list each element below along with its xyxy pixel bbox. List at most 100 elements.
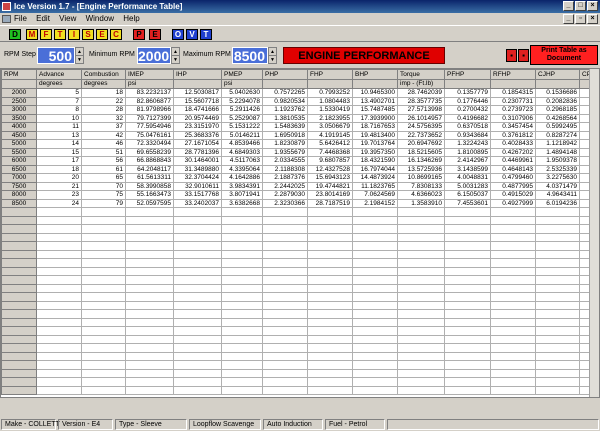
table-cell[interactable] [262, 207, 308, 217]
table-cell[interactable] [262, 266, 308, 276]
table-cell[interactable] [397, 215, 445, 225]
row-header[interactable]: 6500 [1, 164, 37, 174]
table-cell[interactable] [36, 249, 82, 259]
table-cell[interactable] [36, 258, 82, 268]
table-cell[interactable]: 10.8699165 [397, 173, 445, 183]
table-cell[interactable] [490, 224, 536, 234]
row-header[interactable]: 4500 [1, 130, 37, 140]
table-cell[interactable]: 3.0506679 [307, 122, 353, 132]
row-header[interactable] [1, 292, 37, 302]
min-rpm-spinner[interactable]: ▲ ▼ [171, 47, 180, 64]
row-header[interactable]: 7000 [1, 173, 37, 183]
table-cell[interactable]: 7.4468368 [307, 147, 353, 157]
table-cell[interactable] [81, 258, 126, 268]
table-cell[interactable]: 7.0624569 [352, 190, 398, 200]
table-cell[interactable]: 3.8071941 [221, 190, 263, 200]
table-cell[interactable] [221, 292, 263, 302]
table-cell[interactable]: 18.4741666 [173, 105, 222, 115]
table-cell[interactable] [81, 232, 126, 242]
table-cell[interactable] [125, 249, 174, 259]
table-cell[interactable]: 4.3395064 [221, 164, 263, 174]
table-cell[interactable]: 5.2911426 [221, 105, 263, 115]
table-cell[interactable]: 0.9343684 [444, 130, 491, 140]
table-cell[interactable]: 2.1887376 [262, 173, 308, 183]
table-cell[interactable] [262, 275, 308, 285]
table-cell[interactable]: 75.0476161 [125, 130, 174, 140]
table-cell[interactable]: 1.8100895 [444, 147, 491, 157]
table-cell[interactable] [490, 283, 536, 293]
table-cell[interactable] [397, 241, 445, 251]
table-cell[interactable]: 2.0334555 [262, 156, 308, 166]
menu-edit[interactable]: Edit [36, 14, 50, 23]
table-cell[interactable] [125, 351, 174, 361]
table-cell[interactable]: 61 [81, 164, 126, 174]
table-cell[interactable] [397, 232, 445, 242]
table-cell[interactable] [81, 368, 126, 378]
table-cell[interactable]: 1.1923762 [262, 105, 308, 115]
table-cell[interactable] [125, 258, 174, 268]
table-cell[interactable] [490, 326, 536, 336]
table-cell[interactable] [307, 334, 353, 344]
table-cell[interactable] [173, 215, 222, 225]
row-header[interactable] [1, 266, 37, 276]
row-header[interactable] [1, 377, 37, 387]
table-cell[interactable]: 5.1531222 [221, 122, 263, 132]
table-cell[interactable]: 21 [36, 181, 82, 191]
table-cell[interactable] [352, 360, 398, 370]
table-cell[interactable]: 5.2294078 [221, 96, 263, 106]
menu-file[interactable]: File [14, 14, 27, 23]
table-cell[interactable]: 22 [81, 96, 126, 106]
table-cell[interactable]: 0.8287274 [535, 130, 580, 140]
table-cell[interactable] [307, 266, 353, 276]
row-header[interactable] [1, 241, 37, 251]
table-cell[interactable]: 17.3939900 [352, 113, 398, 123]
table-cell[interactable] [36, 317, 82, 327]
max-rpm-input[interactable]: 8500 [232, 47, 268, 64]
table-cell[interactable]: 14 [36, 139, 82, 149]
row-header[interactable] [1, 215, 37, 225]
table-cell[interactable] [221, 232, 263, 242]
table-cell[interactable] [81, 377, 126, 387]
table-cell[interactable] [307, 309, 353, 319]
table-cell[interactable] [397, 224, 445, 234]
table-cell[interactable] [81, 334, 126, 344]
table-cell[interactable] [397, 292, 445, 302]
table-cell[interactable] [81, 283, 126, 293]
column-header[interactable]: CJHP [535, 69, 580, 80]
table-cell[interactable]: 83.2232137 [125, 88, 174, 98]
column-header[interactable]: IMEP [125, 69, 174, 80]
table-cell[interactable]: 4.8539466 [221, 139, 263, 149]
table-cell[interactable] [535, 283, 580, 293]
table-cell[interactable]: 1.3810535 [262, 113, 308, 123]
table-cell[interactable] [490, 292, 536, 302]
table-cell[interactable] [490, 385, 536, 395]
table-cell[interactable] [535, 334, 580, 344]
table-cell[interactable] [535, 258, 580, 268]
column-header[interactable]: PFHP [444, 69, 491, 80]
table-cell[interactable]: 4.0048831 [444, 173, 491, 183]
table-cell[interactable]: 4.1919145 [307, 130, 353, 140]
document-icon[interactable] [2, 15, 11, 23]
table-cell[interactable] [81, 317, 126, 327]
table-cell[interactable]: 61.5613311 [125, 173, 174, 183]
table-cell[interactable]: 4.1642886 [221, 173, 263, 183]
table-cell[interactable] [125, 224, 174, 234]
table-cell[interactable] [535, 377, 580, 387]
table-cell[interactable]: 19.3957350 [352, 147, 398, 157]
column-header[interactable]: IHP [173, 69, 222, 80]
table-cell[interactable] [81, 326, 126, 336]
table-cell[interactable]: 16.7974044 [352, 164, 398, 174]
table-cell[interactable]: 1.5330419 [307, 105, 353, 115]
table-cell[interactable]: 46 [81, 139, 126, 149]
row-header[interactable] [1, 249, 37, 259]
table-cell[interactable]: 12.5030817 [173, 88, 222, 98]
table-cell[interactable] [352, 275, 398, 285]
table-cell[interactable]: 6.0194236 [535, 198, 580, 208]
doc-restore-button[interactable]: ▫ [575, 14, 586, 24]
toolbar-t-button[interactable]: T [54, 29, 66, 40]
table-cell[interactable]: 18.4321590 [352, 156, 398, 166]
table-cell[interactable] [307, 351, 353, 361]
table-cell[interactable] [221, 215, 263, 225]
table-cell[interactable]: 5 [36, 88, 82, 98]
table-cell[interactable] [173, 249, 222, 259]
